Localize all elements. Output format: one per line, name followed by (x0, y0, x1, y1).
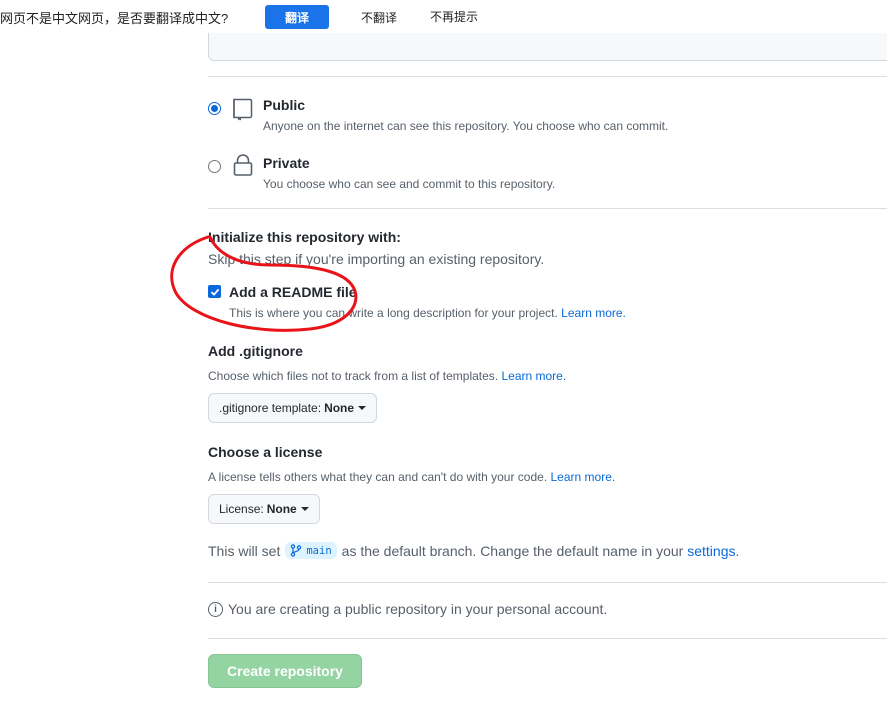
divider (208, 208, 887, 209)
public-title: Public (263, 97, 306, 113)
repo-icon (233, 98, 253, 121)
divider (208, 582, 887, 583)
gitignore-learn-more-link[interactable]: Learn more. (501, 369, 566, 383)
private-title: Private (263, 155, 310, 171)
license-select[interactable]: License: None (208, 494, 320, 524)
git-branch-icon (291, 544, 302, 557)
license-select-value: None (266, 502, 297, 516)
license-title: Choose a license (208, 444, 323, 460)
license-select-prefix: License: (219, 502, 264, 516)
readme-label[interactable]: Add a README file (229, 284, 357, 300)
branch-suffix: as the default branch. Change the defaul… (341, 542, 684, 559)
branch-prefix: This will set (208, 542, 281, 559)
never-show-button[interactable]: 不再提示 (430, 8, 478, 25)
initialize-title: Initialize this repository with: (208, 229, 401, 245)
gitignore-description-text: Choose which files not to track from a l… (208, 369, 499, 383)
readme-description-text: This is where you can write a long descr… (229, 306, 558, 320)
description-textarea[interactable] (208, 33, 887, 61)
license-description-text: A license tells others what they can and… (208, 470, 548, 484)
branch-chip: main (285, 542, 337, 559)
default-branch-line: This will set main as the default branch… (208, 542, 739, 559)
divider (208, 76, 887, 77)
gitignore-select-prefix: .gitignore template: (219, 401, 322, 415)
public-radio[interactable] (208, 102, 221, 115)
info-line: i You are creating a public repository i… (208, 601, 607, 617)
initialize-subtitle: Skip this step if you're importing an ex… (208, 251, 545, 267)
translate-button[interactable]: 翻译 (265, 5, 329, 29)
caret-down-icon (300, 507, 309, 511)
gitignore-select-value: None (324, 401, 355, 415)
dont-translate-button[interactable]: 不翻译 (340, 5, 418, 29)
readme-description: This is where you can write a long descr… (229, 306, 626, 320)
gitignore-title: Add .gitignore (208, 343, 303, 359)
license-description: A license tells others what they can and… (208, 470, 615, 484)
readme-checkbox[interactable] (208, 285, 221, 298)
gitignore-description: Choose which files not to track from a l… (208, 369, 566, 383)
info-icon: i (208, 601, 223, 617)
public-description: Anyone on the internet can see this repo… (263, 119, 669, 133)
private-radio[interactable] (208, 160, 221, 173)
private-description: You choose who can see and commit to thi… (263, 177, 556, 191)
settings-link[interactable]: settings (687, 543, 735, 559)
lock-icon (233, 154, 253, 176)
divider (208, 638, 887, 639)
caret-down-icon (358, 406, 367, 410)
info-text: You are creating a public repository in … (228, 601, 608, 617)
license-learn-more-link[interactable]: Learn more. (551, 470, 616, 484)
gitignore-select[interactable]: .gitignore template: None (208, 393, 378, 423)
branch-end: . (735, 542, 740, 559)
checkmark-icon (210, 288, 219, 296)
create-repository-button[interactable]: Create repository (208, 654, 362, 688)
branch-name: main (306, 544, 332, 557)
translate-prompt: 网页不是中文网页，是否要翻译成中文? (0, 11, 229, 26)
translate-bar: 网页不是中文网页，是否要翻译成中文? 翻译 不翻译 不再提示 (0, 0, 887, 34)
readme-learn-more-link[interactable]: Learn more. (561, 306, 626, 320)
